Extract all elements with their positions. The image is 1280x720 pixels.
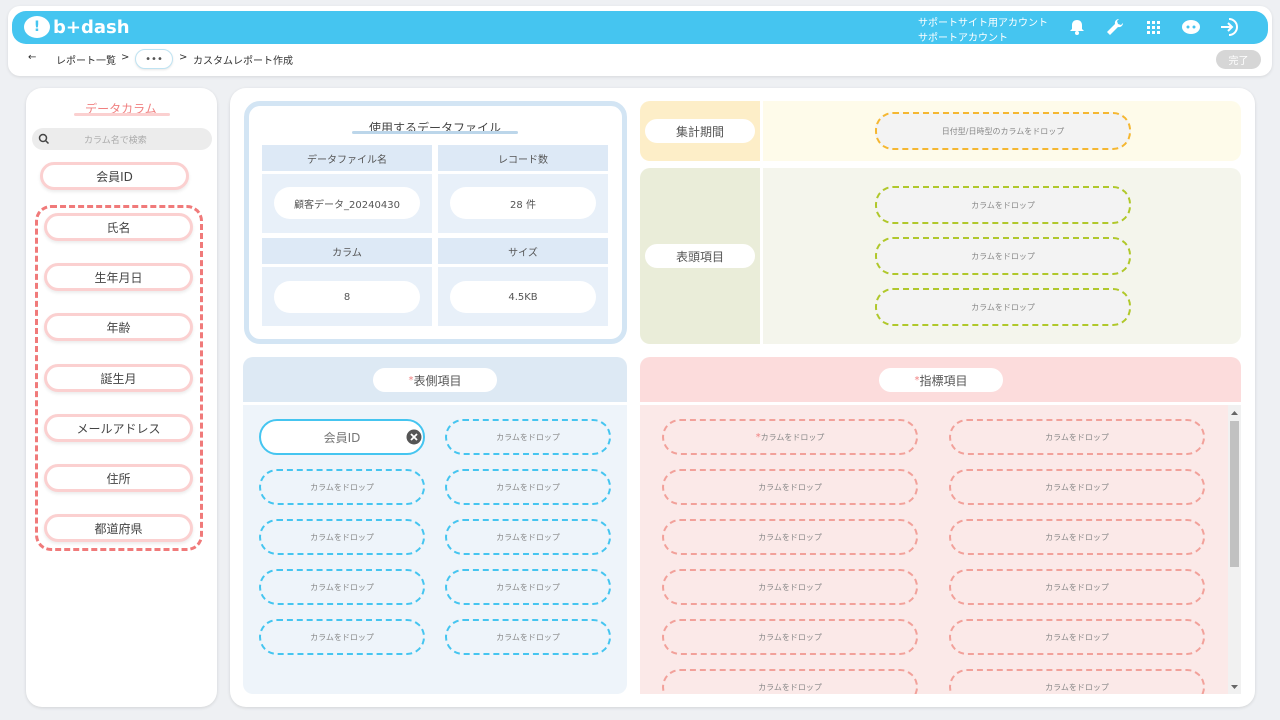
search-placeholder: カラム名で検索 (84, 136, 147, 146)
metric-drop-zone[interactable]: カラムをドロップ (949, 519, 1205, 555)
metric-drop-zone[interactable]: カラムをドロップ (949, 619, 1205, 655)
column-item[interactable]: 氏名 (44, 213, 193, 241)
metric-drop-zone[interactable]: カラムをドロップ (662, 519, 918, 555)
metric-drop-label: カラムをドロップ (760, 432, 825, 442)
head-drop-zone[interactable]: カラムをドロップ (875, 237, 1131, 275)
side-drop-zone[interactable]: カラムをドロップ (259, 619, 425, 655)
file-name-header: データファイル名 (262, 145, 432, 171)
column-item[interactable]: 住所 (44, 464, 193, 492)
back-arrow-icon[interactable]: ← (28, 52, 36, 63)
metric-drop-zone[interactable]: カラムをドロップ (662, 619, 918, 655)
head-items-label: 表頭項目 (643, 242, 757, 270)
account-site-label: サポートサイト用アカウント (918, 18, 1048, 29)
column-item[interactable]: 都道府県 (44, 514, 193, 542)
bell-icon[interactable] (1066, 16, 1088, 38)
column-item[interactable]: 誕生月 (44, 364, 193, 392)
grid-icon[interactable] (1142, 16, 1164, 38)
side-drop-zone[interactable]: カラムをドロップ (445, 619, 611, 655)
breadcrumb-current: カスタムレポート作成 (193, 56, 293, 67)
metrics-label-text: 指標項目 (919, 373, 968, 388)
title-underline (352, 131, 518, 134)
breadcrumb-report-list[interactable]: レポート一覧 (56, 52, 116, 67)
metric-drop-zone[interactable]: カラムをドロップ (949, 569, 1205, 605)
side-drop-zone[interactable]: カラムをドロップ (445, 519, 611, 555)
scroll-down-icon[interactable] (1230, 683, 1239, 691)
search-icon (38, 133, 50, 145)
size-value: 4.5KB (450, 281, 596, 313)
breadcrumb-separator: > (121, 52, 130, 63)
metric-drop-zone[interactable]: カラムをドロップ (949, 669, 1205, 694)
metric-drop-zone[interactable]: * カラムをドロップ (662, 419, 918, 455)
metric-drop-zone[interactable]: カラムをドロップ (949, 419, 1205, 455)
side-items-label: * 表側項目 (371, 366, 499, 394)
record-count-value: 28 件 (450, 187, 596, 219)
file-name-value: 顧客データ_20240430 (274, 187, 420, 219)
breadcrumb-separator: > (179, 52, 188, 63)
record-count-header: レコード数 (438, 145, 608, 171)
wrench-icon[interactable] (1104, 16, 1126, 38)
account-name: サポートアカウント (918, 33, 1008, 44)
head-drop-zone[interactable]: カラムをドロップ (875, 288, 1131, 326)
metrics-area: * カラムをドロップ カラムをドロップ カラムをドロップ カラムをドロップ カラム… (640, 405, 1228, 694)
logo[interactable]: ! b+dash (24, 15, 130, 39)
head-drop-zone[interactable]: カラムをドロップ (875, 186, 1131, 224)
side-drop-zone[interactable]: カラムをドロップ (445, 469, 611, 505)
title-underline (74, 113, 170, 116)
side-drop-zone[interactable]: カラムをドロップ (259, 469, 425, 505)
metric-drop-zone[interactable]: カラムをドロップ (949, 469, 1205, 505)
period-label: 集計期間 (643, 117, 757, 145)
logo-text: b+dash (53, 16, 130, 38)
side-filled-item[interactable]: 会員ID (259, 419, 425, 455)
scroll-up-icon[interactable] (1230, 409, 1239, 417)
period-drop-zone[interactable]: 日付型/日時型のカラムをドロップ (875, 112, 1131, 150)
breadcrumb-more-button[interactable]: ••• (135, 49, 173, 69)
column-item[interactable]: メールアドレス (44, 414, 193, 442)
side-drop-zone[interactable]: カラムをドロップ (259, 519, 425, 555)
side-drop-zone[interactable]: カラムをドロップ (259, 569, 425, 605)
column-count-header: カラム (262, 238, 432, 264)
column-item[interactable]: 会員ID (40, 162, 189, 190)
metric-drop-zone[interactable]: カラムをドロップ (662, 469, 918, 505)
side-drop-zone[interactable]: カラムをドロップ (445, 569, 611, 605)
side-drop-zone[interactable]: カラムをドロップ (445, 419, 611, 455)
side-items-label-text: 表側項目 (413, 373, 462, 388)
column-count-value: 8 (274, 281, 420, 313)
column-item[interactable]: 生年月日 (44, 263, 193, 291)
logout-icon[interactable] (1218, 16, 1240, 38)
scrollbar-thumb[interactable] (1230, 421, 1239, 567)
done-button[interactable]: 完了 (1216, 50, 1261, 69)
metric-drop-zone[interactable]: カラムをドロップ (662, 569, 918, 605)
support-face-icon[interactable] (1180, 16, 1202, 38)
column-item[interactable]: 年齢 (44, 313, 193, 341)
remove-icon[interactable] (406, 429, 422, 445)
metrics-label: * 指標項目 (877, 366, 1005, 394)
metric-drop-zone[interactable]: カラムをドロップ (662, 669, 918, 694)
logo-bubble-icon: ! (24, 16, 50, 38)
size-header: サイズ (438, 238, 608, 264)
